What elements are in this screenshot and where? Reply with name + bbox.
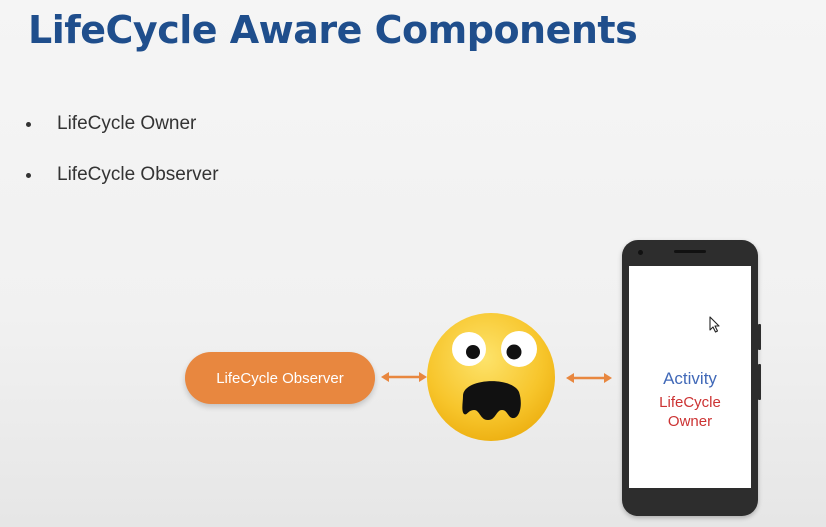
phone-power-button: [758, 364, 761, 400]
bullet-list: LifeCycle Owner LifeCycle Observer: [26, 110, 219, 212]
bullet-dot-icon: [26, 122, 31, 127]
activity-label: Activity: [663, 369, 717, 388]
bullet-text: LifeCycle Owner: [57, 113, 197, 134]
mouse-cursor-icon: [709, 316, 720, 333]
lifecycle-owner-label: LifeCycle Owner: [659, 394, 721, 430]
double-arrow-icon: [566, 373, 612, 383]
bullet-item: LifeCycle Owner: [26, 110, 219, 161]
phone-camera: [638, 250, 643, 255]
phone-mockup: Activity LifeCycle Owner: [622, 240, 761, 516]
observer-label: LifeCycle Observer: [216, 369, 344, 387]
bullet-text: LifeCycle Observer: [57, 164, 219, 185]
bullet-dot-icon: [26, 173, 31, 178]
slide-title: LifeCycle Aware Components: [28, 8, 638, 52]
double-arrow-icon: [381, 372, 427, 382]
lifecycle-observer-pill: LifeCycle Observer: [185, 352, 375, 404]
phone-volume-button: [758, 324, 761, 350]
phone-screen: Activity LifeCycle Owner: [629, 266, 751, 488]
bullet-item: LifeCycle Observer: [26, 161, 219, 212]
phone-speaker: [674, 250, 706, 253]
surprised-face-icon: [427, 313, 555, 441]
